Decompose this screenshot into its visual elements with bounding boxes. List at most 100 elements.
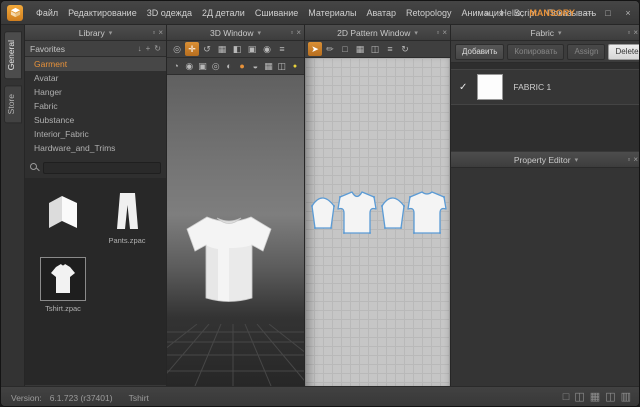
minimize-icon[interactable]: — [581,8,595,18]
menu-sewing[interactable]: Сшивание [250,1,303,25]
layout-split-icon[interactable]: ◫ [574,392,584,403]
library-item-folder[interactable] [31,189,95,257]
sync-icon[interactable]: ↻ [398,42,412,56]
undock-icon[interactable]: ▫ [152,29,155,37]
maximize-icon[interactable]: □ [601,8,615,18]
close-icon[interactable]: × [621,8,635,18]
2d-pattern-canvas[interactable] [305,58,450,386]
close-icon[interactable]: × [442,29,447,37]
caret-down-icon[interactable]: ▾ [257,29,261,37]
show-garment-icon[interactable]: ◉ [183,59,195,73]
category-interior-fabric[interactable]: Interior_Fabric [25,127,166,141]
category-hardware-and-trims[interactable]: Hardware_and_Trims [25,141,166,155]
layout-rows-icon[interactable]: ▥ [621,392,631,403]
library-item-tshirt[interactable]: Tshirt.zpac [31,257,95,325]
add-icon[interactable]: + [146,44,151,53]
transform-pattern-icon[interactable]: ➤ [308,42,322,56]
refresh-icon[interactable]: ↻ [154,44,161,53]
show-mesh-icon[interactable]: ▦ [262,59,274,73]
show-pressure-icon[interactable]: ◒ [249,59,261,73]
application-window: Файл Редактирование 3D одежда 2Д детали … [0,0,640,407]
toolbar-menu-icon[interactable]: ≡ [383,42,397,56]
layout-single-icon[interactable]: □ [563,392,570,403]
rectangle-tool-icon[interactable]: □ [338,42,352,56]
texture-editor-icon[interactable]: ◫ [368,42,382,56]
show-bounding-icon[interactable]: ◐ [223,59,235,73]
category-garment[interactable]: Garment [25,57,166,71]
app-logo-icon[interactable] [7,5,23,21]
light-indicator-icon[interactable]: ● [289,59,301,73]
menu-materials[interactable]: Материалы [303,1,361,25]
show-arrangement-icon[interactable]: ◎ [210,59,222,73]
show-avatar-icon[interactable]: ◔ [170,59,182,73]
show-texture-icon[interactable]: ◫ [276,59,288,73]
menu-2d-patterns[interactable]: 2Д детали [197,1,250,25]
assign-fabric-button[interactable]: Assign [567,44,605,60]
download-icon[interactable]: ↓ [138,44,142,53]
chevrons-icon[interactable]: » [480,8,494,18]
caret-down-icon[interactable]: ▾ [109,29,113,37]
simulate-icon[interactable]: ● [236,59,248,73]
menu-retopology[interactable]: Retopology [401,1,457,25]
layout-columns-icon[interactable]: ◫ [605,392,615,403]
menu-avatar[interactable]: Аватар [361,1,401,25]
caret-down-icon[interactable]: ▾ [414,29,418,37]
pattern-pieces[interactable] [307,186,449,244]
sewing-tool-icon[interactable]: ◧ [230,42,244,56]
fabric-header[interactable]: Fabric ▾ ▫ × [451,25,640,41]
edit-pattern-icon[interactable]: ✏ [323,42,337,56]
2d-pattern-window-panel: 2D Pattern Window ▾ ▫ × ➤ ✏ □ ▦ ◫ ≡ ↻ [305,25,451,386]
undock-icon[interactable]: ▫ [290,29,293,37]
2d-window-header[interactable]: 2D Pattern Window ▾ ▫ × [305,25,450,41]
layout-grid-icon[interactable]: ▦ [590,392,600,403]
library-header[interactable]: Library ▾ ▫ × [25,25,166,41]
measure-tool-icon[interactable]: ▣ [245,42,259,56]
grid-toggle-icon[interactable]: ▦ [353,42,367,56]
delete-unused-button[interactable]: Delete Unused [608,44,640,60]
category-fabric[interactable]: Fabric [25,99,166,113]
move-tool-icon[interactable]: ✛ [185,42,199,56]
favorites-label: Favorites [30,44,134,54]
fabric-swatch[interactable] [477,74,503,100]
3d-viewport[interactable] [167,75,304,386]
show-dummy-icon[interactable]: ▣ [196,59,208,73]
render-icon[interactable]: ◉ [260,42,274,56]
caret-down-icon[interactable]: ▾ [575,156,579,164]
fabric-panel: Fabric ▾ ▫ × Добавить Копировать Assign … [451,25,640,152]
rotate-view-icon[interactable]: ↺ [200,42,214,56]
library-item-pants[interactable]: Pants.zpac [95,189,159,257]
toolbar-menu-icon[interactable]: ≡ [275,42,289,56]
pin-tool-icon[interactable]: ▦ [215,42,229,56]
close-icon[interactable]: × [296,29,301,37]
close-icon[interactable]: × [158,29,163,37]
close-icon[interactable]: × [633,29,638,37]
category-avatar[interactable]: Avatar [25,71,166,85]
username-label[interactable]: MANSORY [529,8,575,18]
check-icon[interactable]: ✓ [459,82,467,93]
category-hanger[interactable]: Hanger [25,85,166,99]
caret-down-icon[interactable]: ▾ [558,29,562,37]
tshirt-3d-model[interactable] [173,203,285,315]
library-search-input[interactable] [43,162,161,174]
copy-fabric-button[interactable]: Копировать [507,44,564,60]
undock-icon[interactable]: ▫ [627,156,630,164]
fabric-list-item[interactable]: ✓ FABRIC 1 [451,69,640,105]
tab-store[interactable]: Store [4,85,22,123]
menu-3d-garment[interactable]: 3D одежда [142,1,197,25]
undock-icon[interactable]: ▫ [436,29,439,37]
tab-general[interactable]: General [4,31,22,79]
workspace-layout-group: □ ◫ ▦ ◫ ▥ [563,392,631,403]
status-bar: Version: 6.1.723 (r37401) Tshirt □ ◫ ▦ ◫… [1,386,640,407]
close-icon[interactable]: × [633,156,638,164]
menu-edit[interactable]: Редактирование [63,1,142,25]
property-editor-header[interactable]: Property Editor ▾ ▫ × [451,152,640,168]
floor-grid [167,324,304,386]
2d-toolbar: ➤ ✏ □ ▦ ◫ ≡ ↻ [305,41,450,58]
pan-tool-icon[interactable]: ◎ [170,42,184,56]
undock-icon[interactable]: ▫ [627,29,630,37]
add-fabric-button[interactable]: Добавить [455,44,504,60]
category-substance[interactable]: Substance [25,113,166,127]
pants-thumbnail [109,190,145,232]
menu-file[interactable]: Файл [31,1,63,25]
3d-window-header[interactable]: 3D Window ▾ ▫ × [167,25,304,41]
